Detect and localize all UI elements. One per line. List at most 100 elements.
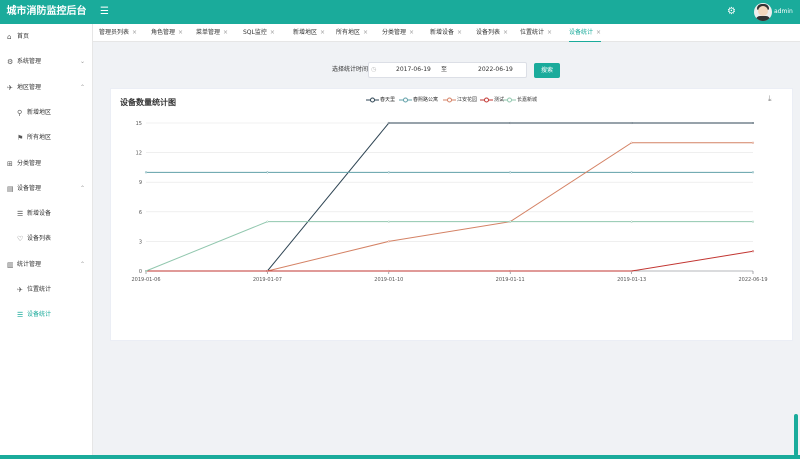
chart-card: 设备数量统计图 春天里 春熙路公寓 江安花园 测试 长嘉新城 ⤓ 0 3 6 9 12 15 201… <box>110 88 793 341</box>
user-name[interactable]: admin <box>774 0 793 24</box>
tab-4[interactable]: 新增地区 × <box>293 24 325 42</box>
navigation-icon: ✈ <box>17 286 23 294</box>
sidebar-item-11[interactable]: ☰ 设备统计 <box>0 306 93 324</box>
gear-icon[interactable]: ⚙ <box>727 0 736 24</box>
sidebar-item-label: 所有地区 <box>27 134 52 142</box>
tab-label: 设备列表 <box>476 29 501 36</box>
y-tick-label: 3 <box>139 239 142 245</box>
x-tick-label: 2019-01-07 <box>253 277 282 283</box>
document-icon: ▤ <box>7 184 14 193</box>
chevron-icon: ⌄ <box>80 58 86 66</box>
tab-6[interactable]: 分类管理 × <box>382 24 414 42</box>
x-tick-label: 2019-01-11 <box>496 277 525 283</box>
sidebar-item-4[interactable]: ⚑ 所有地区 <box>0 129 93 147</box>
tab-8[interactable]: 设备列表 × <box>476 24 508 42</box>
x-tick-label: 2022-06-19 <box>738 277 767 283</box>
close-icon[interactable]: × <box>457 29 462 36</box>
sidebar-item-label: 设备列表 <box>27 235 52 243</box>
y-tick-label: 12 <box>136 151 142 157</box>
series-line <box>146 122 753 272</box>
list-icon: ☰ <box>17 311 24 320</box>
x-tick-label: 2019-01-10 <box>374 277 403 283</box>
tab-label: 新增地区 <box>293 29 318 36</box>
settings-icon: ⚙ <box>7 58 14 67</box>
close-icon[interactable]: × <box>270 29 275 36</box>
sidebar-item-label: 位置统计 <box>27 286 52 293</box>
tab-label: 设备统计 <box>569 29 594 36</box>
x-tick-label: 2019-01-13 <box>617 277 646 283</box>
sidebar-item-5[interactable]: ⊞ 分类管理 <box>0 155 93 173</box>
data-point <box>751 121 755 125</box>
tab-1[interactable]: 角色管理 × <box>151 24 183 42</box>
location-icon: ⚲ <box>17 108 23 117</box>
sidebar-item-2[interactable]: ✈ 地区管理 ⌃ <box>0 79 93 97</box>
sidebar-item-9[interactable]: ▥ 统计管理 ⌃ <box>0 256 93 274</box>
calendar-icon: ◷ <box>371 66 377 73</box>
sidebar-item-0[interactable]: ⌂ 首页 <box>0 28 93 46</box>
close-icon[interactable]: × <box>363 29 368 36</box>
close-icon[interactable]: × <box>503 29 508 36</box>
tab-label: 分类管理 <box>382 29 407 36</box>
line-chart: 0 3 6 9 12 15 2019-01-06 2019-01-07 2019-01-10 20… <box>131 121 767 283</box>
y-tick-label: 6 <box>139 210 142 216</box>
series-line <box>145 221 753 272</box>
main-content: 选择统计时间 ◷ 2017-06-19 至 2022-06-19 搜索 设备数量… <box>100 50 793 459</box>
sidebar-item-label: 新增设备 <box>27 210 52 218</box>
data-point <box>751 220 755 223</box>
tab-0[interactable]: 管理员列表 × <box>99 24 137 42</box>
start-date-input[interactable]: 2017-06-19 <box>396 64 431 76</box>
tab-7[interactable]: 新增设备 × <box>430 24 462 42</box>
scrollbar[interactable] <box>794 414 798 456</box>
data-point <box>630 220 633 223</box>
sidebar-item-10[interactable]: ✈ 位置统计 <box>0 281 93 299</box>
top-bar: 城市消防监控后台 ☰ ⚙ admin <box>0 0 800 24</box>
close-icon[interactable]: × <box>132 29 137 36</box>
data-point <box>266 220 269 223</box>
data-point <box>630 121 633 125</box>
tab-5[interactable]: 所有地区 × <box>336 24 368 42</box>
sidebar-item-label: 地区管理 <box>17 83 42 91</box>
menu-toggle-icon[interactable]: ☰ <box>100 0 109 24</box>
close-icon[interactable]: × <box>596 29 601 36</box>
tab-label: 位置统计 <box>520 29 545 36</box>
data-point <box>751 250 755 253</box>
tab-2[interactable]: 菜单管理 × <box>196 24 228 42</box>
close-icon[interactable]: × <box>320 29 325 36</box>
search-button[interactable]: 搜索 <box>534 63 560 78</box>
data-point <box>630 171 633 174</box>
sidebar-item-label: 设备管理 <box>17 184 42 192</box>
tab-label: 新增设备 <box>430 29 455 36</box>
chevron-icon: ⌃ <box>80 184 86 192</box>
y-tick-label: 15 <box>136 121 142 127</box>
data-point <box>387 171 390 174</box>
sidebar-item-label: 分类管理 <box>17 159 42 167</box>
bottom-bar <box>0 455 800 459</box>
data-point <box>630 269 633 273</box>
sidebar-item-8[interactable]: ♡ 设备列表 <box>0 230 93 248</box>
tab-3[interactable]: SQL监控 × <box>243 24 275 42</box>
sidebar-item-6[interactable]: ▤ 设备管理 ⌃ <box>0 180 93 198</box>
sidebar-item-1[interactable]: ⚙ 系统管理 ⌄ <box>0 53 93 71</box>
close-icon[interactable]: × <box>178 29 183 36</box>
close-icon[interactable]: × <box>223 29 228 36</box>
data-point <box>266 171 269 174</box>
sidebar-item-label: 设备统计 <box>27 311 52 319</box>
data-point <box>509 171 512 174</box>
tab-label: 管理员列表 <box>99 29 130 36</box>
avatar[interactable] <box>754 3 772 21</box>
app-title: 城市消防监控后台 <box>6 6 87 17</box>
tab-10[interactable]: 设备统计 × <box>569 24 602 42</box>
chart-icon: ▥ <box>7 260 14 269</box>
data-point <box>509 220 512 223</box>
home-icon: ⌂ <box>7 33 12 41</box>
tab-9[interactable]: 位置统计 × <box>520 24 552 42</box>
sidebar-item-7[interactable]: ☰ 新增设备 <box>0 205 93 223</box>
close-icon[interactable]: × <box>409 29 414 36</box>
sidebar-item-label: 新增地区 <box>27 108 52 116</box>
sidebar-item-3[interactable]: ⚲ 新增地区 <box>0 104 93 122</box>
x-tick-label: 2019-01-06 <box>131 277 160 283</box>
y-tick-label: 0 <box>139 269 142 275</box>
end-date-input[interactable]: 2022-06-19 <box>478 64 513 76</box>
close-icon[interactable]: × <box>547 29 552 36</box>
tab-label: 所有地区 <box>336 29 361 36</box>
